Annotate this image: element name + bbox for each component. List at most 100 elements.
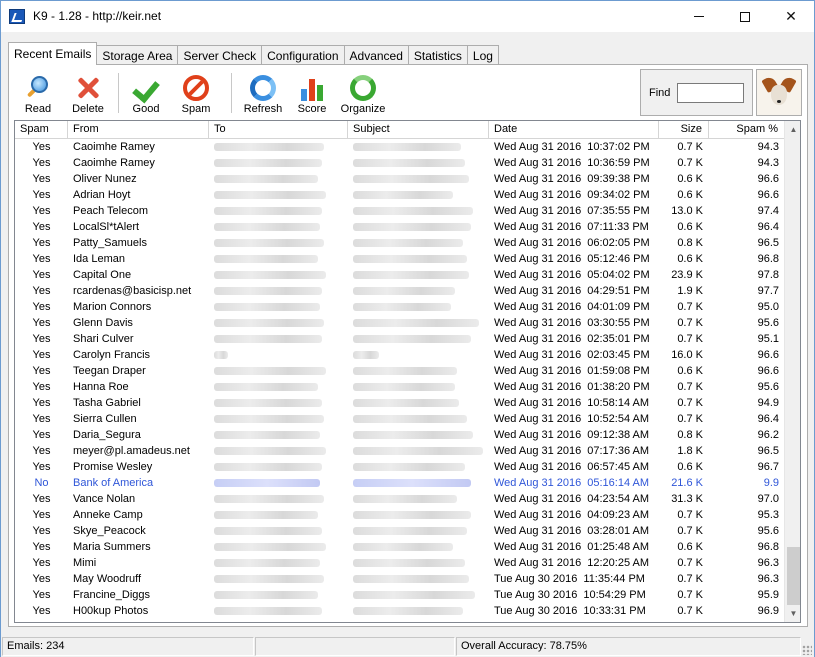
scroll-up-arrow-icon[interactable]: ▲ [785,121,800,138]
size-cell: 13.0 K [671,205,703,217]
minimize-button[interactable] [676,1,722,32]
email-row[interactable]: Yes Patty_Samuels Wed Aug 31 2016 06:02:05 … [15,235,785,251]
email-row[interactable]: Yes Francine_Diggs Tue Aug 30 2016 10:54:29… [15,587,785,603]
email-row[interactable]: Yes Promise Wesley Wed Aug 31 2016 06:57:45… [15,459,785,475]
spam-cell: Yes [32,349,51,361]
subject-cell [348,363,489,379]
from-cell: Bank of America [73,477,154,489]
date-value: Wed Aug 31 2016 [494,189,582,201]
tab-advanced[interactable]: Advanced [343,45,409,65]
read-button[interactable]: Read [12,71,64,115]
to-cell [209,219,348,235]
tab-storage-area[interactable]: Storage Area [96,45,179,65]
close-button[interactable]: ✕ [768,1,814,32]
scroll-thumb[interactable] [787,547,800,605]
from-cell: Mimi [73,557,97,569]
email-row[interactable]: Yes Sierra Cullen Wed Aug 31 2016 10:52:54 … [15,411,785,427]
resize-grip-icon[interactable] [802,645,812,655]
email-row[interactable]: Yes Carolyn Francis Wed Aug 31 2016 02:03:4… [15,347,785,363]
email-list[interactable]: Spam From To Subject Date Size Spam % Ye… [14,120,801,623]
email-row[interactable]: Yes Oliver Nunez Wed Aug 31 2016 09:39:38 P… [15,171,785,187]
date-value: Wed Aug 31 2016 [494,269,582,281]
email-row[interactable]: Yes Ida Leman Wed Aug 31 2016 05:12:46 PM 0.… [15,251,785,267]
to-cell [209,491,348,507]
column-header-to[interactable]: To [209,121,348,139]
score-button[interactable]: Score [288,71,336,115]
email-row[interactable]: Yes Mimi Wed Aug 31 2016 12:20:25 AM 0.7 K 96… [15,555,785,571]
column-header-date[interactable]: Date [489,121,659,139]
redacted-recipient [214,543,326,552]
spam-cell: Yes [32,445,51,457]
tab-statistics[interactable]: Statistics [407,45,468,65]
spam-percent-cell: 96.5 [757,445,779,457]
email-row[interactable]: Yes meyer@pl.amadeus.net Wed Aug 31 2016 07… [15,443,785,459]
time-value: 10:37:02 PM [587,141,650,153]
email-row[interactable]: Yes Hanna Roe Wed Aug 31 2016 01:38:20 PM 0.… [15,379,785,395]
email-row[interactable]: Yes Peach Telecom Wed Aug 31 2016 07:35:55 … [15,203,785,219]
spam-cell: Yes [32,461,51,473]
tab-server-check[interactable]: Server Check [177,45,263,65]
to-cell [209,155,348,171]
spam-cell: Yes [32,365,51,377]
good-button[interactable]: Good [125,71,167,115]
size-cell: 0.7 K [677,413,703,425]
to-cell [209,267,348,283]
to-cell [209,587,348,603]
size-cell: 0.8 K [677,237,703,249]
email-row[interactable]: Yes rcardenas@basicisp.net Wed Aug 31 2016… [15,283,785,299]
email-row[interactable]: Yes Marion Connors Wed Aug 31 2016 04:01:09… [15,299,785,315]
maximize-button[interactable] [722,1,768,32]
size-cell: 0.7 K [677,333,703,345]
email-row[interactable]: Yes Vance Nolan Wed Aug 31 2016 04:23:54 AM… [15,491,785,507]
email-row[interactable]: No Bank of America Wed Aug 31 2016 05:16:14… [15,475,785,491]
spam-cell: Yes [32,221,51,233]
email-row[interactable]: Yes Daria_Segura Wed Aug 31 2016 09:12:38 A… [15,427,785,443]
email-row[interactable]: Yes Teegan Draper Wed Aug 31 2016 01:59:08 … [15,363,785,379]
tab-configuration[interactable]: Configuration [261,45,345,65]
spam-button[interactable]: Spam [167,71,225,115]
from-cell: Anneke Camp [73,509,143,521]
email-row[interactable]: Yes Anneke Camp Wed Aug 31 2016 04:09:23 AM… [15,507,785,523]
email-row[interactable]: Yes Tasha Gabriel Wed Aug 31 2016 10:58:14 … [15,395,785,411]
email-row[interactable]: Yes Caoimhe Ramey Wed Aug 31 2016 10:36:59 … [15,155,785,171]
email-row[interactable]: Yes H00kup Photos Tue Aug 30 2016 10:33:31 … [15,603,785,619]
date-cell: Wed Aug 31 2016 07:11:33 PM [489,219,659,235]
find-input[interactable] [677,83,744,103]
tab-log[interactable]: Log [466,45,499,65]
email-row[interactable]: Yes Skye_Peacock Wed Aug 31 2016 03:28:01 A… [15,523,785,539]
from-cell: Teegan Draper [73,365,146,377]
email-row[interactable]: Yes Maria Summers Wed Aug 31 2016 01:25:48 … [15,539,785,555]
title-bar[interactable]: K9 - 1.28 - http://keir.net ✕ [1,1,814,32]
scroll-down-arrow-icon[interactable]: ▼ [785,605,800,622]
spam-cell: Yes [32,413,51,425]
email-row[interactable]: Yes Capital One Wed Aug 31 2016 05:04:02 PM… [15,267,785,283]
column-header-spam-percent[interactable]: Spam % [709,121,785,139]
spam-percent-cell: 96.5 [757,237,779,249]
size-cell: 0.7 K [677,157,703,169]
refresh-button[interactable]: Refresh [238,71,288,115]
email-row[interactable]: Yes Caoimhe Ramey Wed Aug 31 2016 10:37:02 … [15,139,785,155]
time-value: 01:25:48 AM [587,541,650,553]
delete-button[interactable]: Delete [64,71,112,115]
maximize-icon [740,11,750,22]
email-row[interactable]: Yes Adrian Hoyt Wed Aug 31 2016 09:34:02 PM… [15,187,785,203]
to-cell [209,539,348,555]
redacted-recipient [214,431,320,440]
vertical-scrollbar[interactable]: ▲ ▼ [784,121,800,622]
spam-percent-cell: 95.1 [757,333,779,345]
email-row[interactable]: Yes Glenn Davis Wed Aug 31 2016 03:30:55 PM… [15,315,785,331]
organize-button[interactable]: Organize [336,71,390,115]
column-header-spam[interactable]: Spam [15,121,68,139]
tab-recent-emails[interactable]: Recent Emails [8,42,98,65]
size-cell: 16.0 K [671,349,703,361]
column-header-subject[interactable]: Subject [348,121,489,139]
time-value: 10:36:59 PM [587,157,650,169]
column-header-size[interactable]: Size [659,121,709,139]
email-row[interactable]: Yes May Woodruff Tue Aug 30 2016 11:35:44 P… [15,571,785,587]
to-cell [209,411,348,427]
email-row[interactable]: Yes LocalSl*tAlert Wed Aug 31 2016 07:11:33… [15,219,785,235]
to-cell [209,315,348,331]
email-row[interactable]: Yes Shari Culver Wed Aug 31 2016 02:35:01 P… [15,331,785,347]
redacted-subject [353,495,457,504]
column-header-from[interactable]: From [68,121,209,139]
